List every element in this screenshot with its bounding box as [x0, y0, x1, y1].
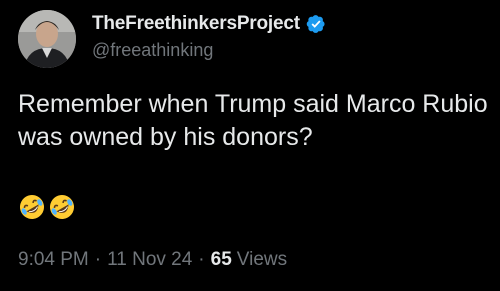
rolling-on-floor-laughing-emoji-icon	[18, 193, 46, 221]
author-handle[interactable]: @freeathinking	[92, 40, 213, 61]
meta-separator: ·	[198, 249, 205, 270]
views-label: Views	[236, 249, 288, 270]
author-name-row: TheFreethinkersProject	[92, 11, 326, 37]
tweet-meta-row: 9:04 PM · 11 Nov 24 · 65 Views	[18, 249, 287, 271]
author-avatar[interactable]	[18, 10, 76, 68]
meta-separator: ·	[94, 249, 102, 270]
rolling-on-floor-laughing-emoji-icon	[48, 193, 76, 221]
tweet-time[interactable]: 9:04 PM	[18, 249, 89, 271]
tweet-date[interactable]: 11 Nov 24	[107, 249, 192, 271]
tweet-card: TheFreethinkersProject @freeathinking Re…	[0, 0, 500, 291]
views-count[interactable]: 65	[211, 249, 232, 271]
author-display-name[interactable]: TheFreethinkersProject	[92, 13, 300, 35]
tweet-text: Remember when Trump said Marco Rubio was…	[18, 90, 488, 151]
verified-badge-icon[interactable]	[306, 14, 326, 34]
person-avatar-icon	[18, 10, 76, 68]
emoji-row	[18, 193, 76, 223]
